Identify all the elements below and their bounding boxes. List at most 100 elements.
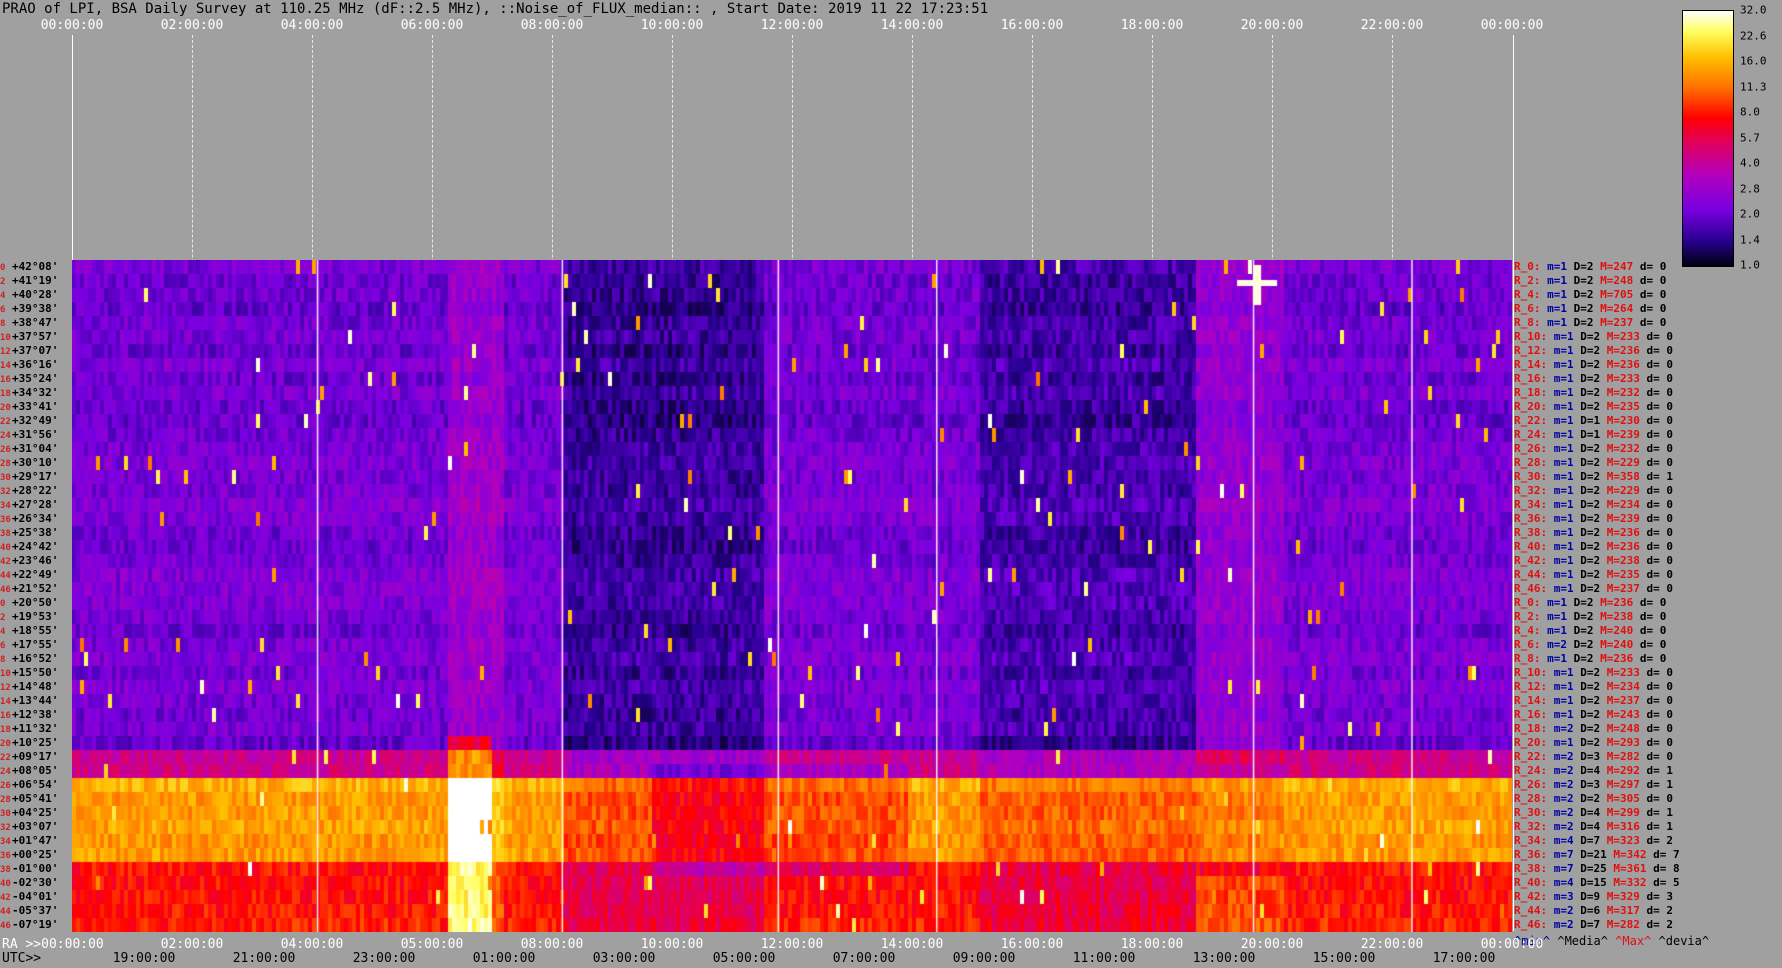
- utc-tick: 23:00:00: [352, 951, 416, 966]
- declination-value: +00°25': [12, 848, 59, 861]
- beam-index: 20: [0, 403, 11, 413]
- stat-max: M=317: [1606, 904, 1647, 917]
- beam-index: 2: [0, 277, 6, 287]
- declination-value: +01°47': [12, 834, 59, 847]
- stat-min: m=1: [1547, 624, 1574, 637]
- stat-min: m=1: [1553, 736, 1581, 749]
- stat-row: R_2: m=1 D=2 M=238 d= 0: [1514, 610, 1666, 624]
- beam-index: 6: [0, 641, 6, 651]
- declination-value: +31°56': [12, 428, 59, 441]
- stat-beam: R_12:: [1514, 344, 1554, 357]
- top-tick: 16:00:00: [1000, 18, 1064, 33]
- colorbar-tick: 2.8: [1740, 182, 1760, 195]
- colorbar-tick: 16.0: [1740, 54, 1767, 68]
- stat-min: m=1: [1553, 344, 1581, 357]
- top-tick: 04:00:00: [280, 18, 344, 33]
- stat-min: m=2: [1553, 778, 1581, 791]
- stat-deviation: d= 2: [1646, 834, 1674, 847]
- stat-median: D=2: [1580, 526, 1607, 539]
- declination-row: 10+37°57': [0, 330, 58, 344]
- stat-min: m=1: [1553, 498, 1581, 511]
- declination-value: +32°49': [12, 414, 59, 427]
- stat-deviation: d= 0: [1639, 624, 1667, 637]
- stat-row: R_18: m=1 D=2 M=232 d= 0: [1514, 386, 1673, 400]
- stat-deviation: d= 0: [1639, 638, 1667, 651]
- stat-beam: R_18:: [1514, 722, 1554, 735]
- stat-min: m=1: [1553, 442, 1581, 455]
- stat-max: M=243: [1606, 708, 1647, 721]
- beam-index: 46: [0, 921, 11, 931]
- stat-max: M=236: [1606, 526, 1647, 539]
- stat-beam: R_32:: [1514, 484, 1554, 497]
- stat-beam: R_44:: [1514, 568, 1554, 581]
- stat-max: M=234: [1606, 680, 1647, 693]
- stat-min: m=1: [1553, 484, 1581, 497]
- declination-value: +33°41': [12, 400, 59, 413]
- declination-row: 30+04°25': [0, 806, 58, 820]
- stat-row: R_38: m=1 D=2 M=236 d= 0: [1514, 526, 1673, 540]
- stat-row: R_22: m=1 D=1 M=230 d= 0: [1514, 414, 1673, 428]
- declination-row: 36+26°34': [0, 512, 58, 526]
- colorbar: [1682, 10, 1734, 267]
- noise-heatmap[interactable]: [72, 260, 1512, 932]
- declination-value: +18°55': [12, 624, 59, 637]
- stat-max: M=305: [1606, 792, 1647, 805]
- stat-beam: R_46:: [1514, 582, 1554, 595]
- stat-median: D=6: [1580, 904, 1607, 917]
- stat-max: M=237: [1606, 694, 1647, 707]
- stat-max: M=293: [1606, 736, 1647, 749]
- stat-row: R_16: m=1 D=2 M=243 d= 0: [1514, 708, 1673, 722]
- stat-max: M=248: [1606, 722, 1647, 735]
- declination-value: +24°42': [12, 540, 59, 553]
- declination-row: 40-02°30': [0, 876, 58, 890]
- stat-row: R_10: m=1 D=2 M=233 d= 0: [1514, 330, 1673, 344]
- stat-deviation: d= 0: [1646, 400, 1674, 413]
- ra-tick: 16:00:00: [1000, 937, 1064, 952]
- declination-value: +21°52': [12, 582, 59, 595]
- stat-max: M=247: [1600, 260, 1640, 273]
- declination-value: +37°07': [12, 344, 59, 357]
- stat-min: m=4: [1553, 876, 1581, 889]
- top-tick: 06:00:00: [400, 18, 464, 33]
- stat-row: R_40: m=4 D=15 M=332 d= 5: [1514, 876, 1680, 890]
- stat-min: m=1: [1553, 358, 1581, 371]
- stat-deviation: d= 0: [1639, 596, 1667, 609]
- declination-value: +26°34': [12, 512, 59, 525]
- stat-deviation: d= 8: [1653, 862, 1680, 875]
- declination-value: +39°38': [12, 302, 59, 315]
- stat-min: m=1: [1553, 470, 1581, 483]
- declination-row: 26+06°54': [0, 778, 58, 792]
- stat-deviation: d= 0: [1646, 582, 1674, 595]
- stat-deviation: d= 0: [1646, 442, 1674, 455]
- top-tick: 00:00:00: [40, 18, 104, 33]
- beam-index: 16: [0, 711, 11, 721]
- ra-tick: 20:00:00: [1240, 937, 1304, 952]
- stat-beam: R_8:: [1514, 652, 1548, 665]
- utc-tick: 05:00:00: [712, 951, 776, 966]
- stat-row: R_26: m=2 D=3 M=297 d= 1: [1514, 778, 1673, 792]
- stat-beam: R_42:: [1514, 890, 1554, 903]
- stat-median: D=1: [1580, 428, 1607, 441]
- stat-max: M=238: [1606, 554, 1647, 567]
- stat-beam: R_8:: [1514, 316, 1548, 329]
- stat-row: R_30: m=1 D=2 M=358 d= 1: [1514, 470, 1673, 484]
- stat-min: m=1: [1553, 540, 1581, 553]
- colorbar-tick: 1.4: [1740, 233, 1760, 246]
- stat-min: m=2: [1547, 638, 1574, 651]
- stat-median: D=2: [1580, 386, 1607, 399]
- beam-index: 16: [0, 375, 11, 385]
- beam-index: 38: [0, 865, 11, 875]
- utc-tick: 03:00:00: [592, 951, 656, 966]
- survey-title: PRAO of LPI, BSA Daily Survey at 110.25 …: [2, 1, 989, 17]
- stat-row: R_28: m=2 D=2 M=305 d= 0: [1514, 792, 1673, 806]
- declination-value: +34°32': [12, 386, 59, 399]
- beam-index: 28: [0, 795, 11, 805]
- declination-value: +08°05': [12, 764, 59, 777]
- beam-index: 30: [0, 809, 11, 819]
- declination-value: -01°00': [12, 862, 59, 875]
- declination-row: 22+09°17': [0, 750, 58, 764]
- stat-row: R_18: m=2 D=2 M=248 d= 0: [1514, 722, 1673, 736]
- beam-index: 28: [0, 459, 11, 469]
- stat-deviation: d= 2: [1646, 918, 1674, 931]
- beam-index: 32: [0, 823, 11, 833]
